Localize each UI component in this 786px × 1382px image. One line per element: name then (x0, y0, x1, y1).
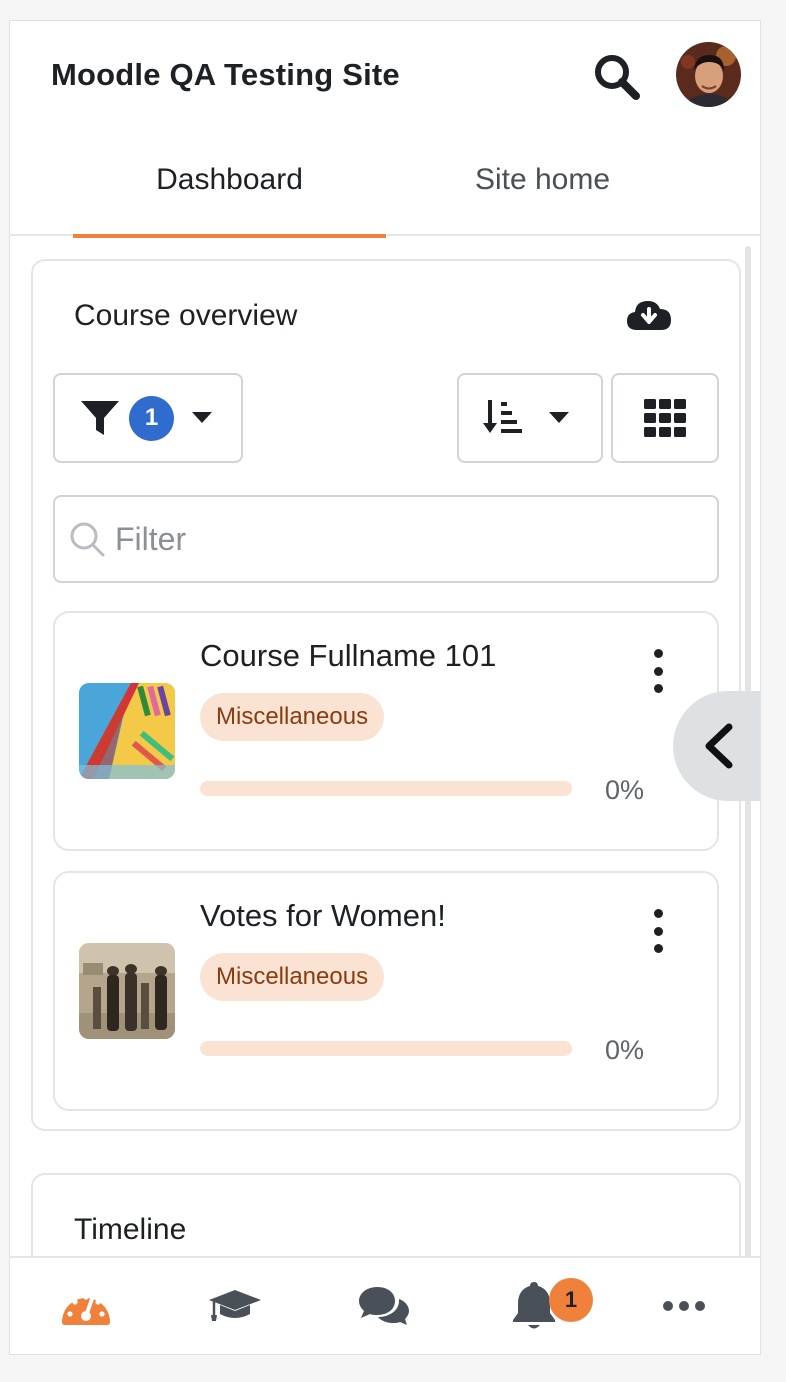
nav-courses[interactable] (195, 1276, 275, 1336)
nav-more[interactable] (644, 1276, 724, 1336)
course-progress-bar (200, 781, 572, 796)
kebab-dot (653, 944, 663, 953)
course-image[interactable] (79, 943, 175, 1039)
sort-dropdown[interactable] (457, 373, 603, 463)
dashboard-icon (62, 1294, 110, 1325)
search-button[interactable] (588, 48, 646, 106)
cloud-download-icon (627, 301, 671, 330)
kebab-dot (653, 926, 663, 936)
course-category-badge: Miscellaneous (200, 693, 385, 741)
course-category-badge: Miscellaneous (200, 953, 385, 1001)
kebab-dot (653, 666, 663, 676)
nav-messages[interactable] (344, 1276, 424, 1336)
course-overview-block: Course overview 1 Filter Course Fullname… (31, 259, 741, 1131)
course-filter-field[interactable] (53, 495, 719, 583)
grouping-filter-dropdown[interactable]: 1 (53, 373, 243, 463)
tab-site-home[interactable]: Site home (386, 151, 699, 236)
app-frame: Moodle QA Testing Site Dashboard Site ho… (9, 20, 761, 1355)
timeline-block: Timeline (31, 1173, 741, 1258)
course-name[interactable]: Course Fullname 101 (200, 638, 496, 674)
filter-count-badge: 1 (129, 395, 174, 441)
kebab-dot (653, 649, 663, 658)
course-actions-menu-button[interactable] (645, 909, 671, 953)
site-title[interactable]: Moodle QA Testing Site (51, 57, 400, 93)
course-image[interactable] (79, 683, 175, 779)
graduation-cap-icon (209, 1290, 261, 1321)
sort-amount-icon (483, 400, 522, 433)
kebab-dot (653, 909, 663, 918)
course-progress-text: 0% (605, 1035, 645, 1065)
user-avatar[interactable] (676, 42, 741, 107)
primary-navigation-tabs: Dashboard Site home (10, 151, 760, 238)
kebab-dot (653, 684, 663, 693)
course-actions-menu-button[interactable] (645, 649, 671, 693)
tab-dashboard[interactable]: Dashboard (73, 151, 386, 238)
nav-notifications[interactable]: 1 (494, 1276, 593, 1336)
main-content: Course overview 1 Filter Course Fullname… (10, 238, 760, 1258)
download-button[interactable] (623, 295, 675, 335)
chevron-left-icon (705, 723, 733, 769)
messages-icon (359, 1287, 409, 1325)
filter-icon (81, 401, 119, 435)
course-progress-text: 0% (605, 775, 645, 805)
search-icon (595, 55, 640, 100)
course-progress-bar (200, 1041, 572, 1056)
caret-down-icon (192, 412, 212, 423)
caret-down-icon (549, 412, 569, 423)
more-icon (663, 1301, 705, 1311)
header: Moodle QA Testing Site (10, 21, 760, 131)
grid-view-icon (644, 399, 686, 437)
course-card[interactable]: Course Fullname 101 Miscellaneous 0% (53, 611, 719, 851)
course-card[interactable]: Votes for Women! Miscellaneous 0% (53, 871, 719, 1111)
bottom-navigation: 1 (10, 1256, 760, 1354)
course-filter-input[interactable] (115, 520, 675, 558)
course-overview-title: Course overview (74, 299, 298, 332)
nav-dashboard[interactable] (46, 1276, 126, 1336)
course-name[interactable]: Votes for Women! (200, 898, 446, 934)
timeline-title: Timeline (74, 1213, 187, 1246)
search-icon (70, 522, 105, 557)
notification-count-badge: 1 (549, 1278, 593, 1322)
display-view-dropdown[interactable] (611, 373, 719, 463)
